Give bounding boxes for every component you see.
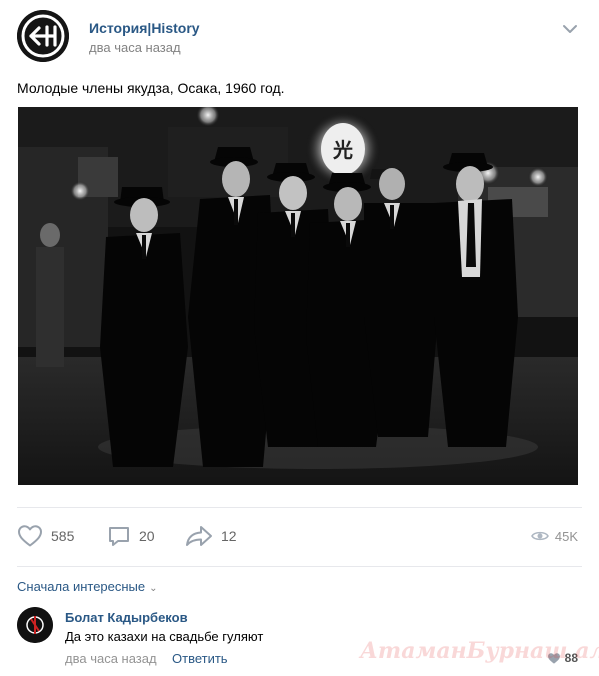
post-photo[interactable]: 光: [18, 107, 578, 485]
commenter-avatar[interactable]: [17, 607, 53, 643]
chevron-down-icon: ⌄: [149, 583, 158, 594]
share-button[interactable]: 12: [185, 520, 237, 552]
like-button[interactable]: 585: [17, 520, 74, 552]
eye-icon: [530, 531, 549, 541]
comments-sort-label: Сначала интересные: [17, 579, 146, 594]
heart-icon: [18, 525, 42, 547]
share-arrow-icon: [186, 526, 212, 546]
comment-timestamp[interactable]: два часа назад: [65, 651, 157, 666]
shares-count: 12: [221, 528, 237, 544]
post-timestamp[interactable]: два часа назад: [89, 40, 181, 55]
post-header: История|History два часа назад: [17, 10, 582, 62]
yakuza-photo-illustration: 光: [18, 107, 578, 485]
wall-post: История|History два часа назад Молодые ч…: [0, 0, 599, 676]
community-avatar[interactable]: [17, 10, 69, 62]
comment-author[interactable]: Болат Кадырбеков: [65, 610, 188, 625]
post-menu-button[interactable]: [562, 22, 578, 34]
views-count: 45K: [554, 528, 578, 544]
reply-button[interactable]: Ответить: [172, 651, 228, 666]
svg-text:光: 光: [332, 138, 353, 162]
comments-sort-dropdown[interactable]: Сначала интересные ⌄: [17, 579, 158, 594]
chevron-down-icon: [563, 25, 577, 33]
comment-likes-count: 88: [564, 651, 578, 665]
comments-count: 20: [139, 528, 155, 544]
comments-divider: [17, 566, 582, 567]
views-counter: 45K: [530, 520, 578, 552]
post-actions: 585 20 12 45K: [17, 520, 582, 552]
post-divider: [17, 507, 582, 508]
post-text: Молодые члены якудза, Осака, 1960 год.: [17, 80, 285, 96]
user-avatar-icon: [17, 607, 53, 643]
comment-like-button[interactable]: 88: [547, 651, 578, 665]
history-logo-icon: [17, 10, 69, 62]
comment-item: Болат Кадырбеков Да это казахи на свадьб…: [17, 607, 582, 667]
comment-icon: [109, 527, 129, 546]
likes-count: 585: [51, 528, 75, 544]
comment-text: Да это казахи на свадьбе гуляют: [65, 629, 264, 644]
community-name[interactable]: История|History: [89, 20, 200, 36]
comment-button[interactable]: 20: [107, 520, 155, 552]
heart-icon: [547, 652, 560, 664]
